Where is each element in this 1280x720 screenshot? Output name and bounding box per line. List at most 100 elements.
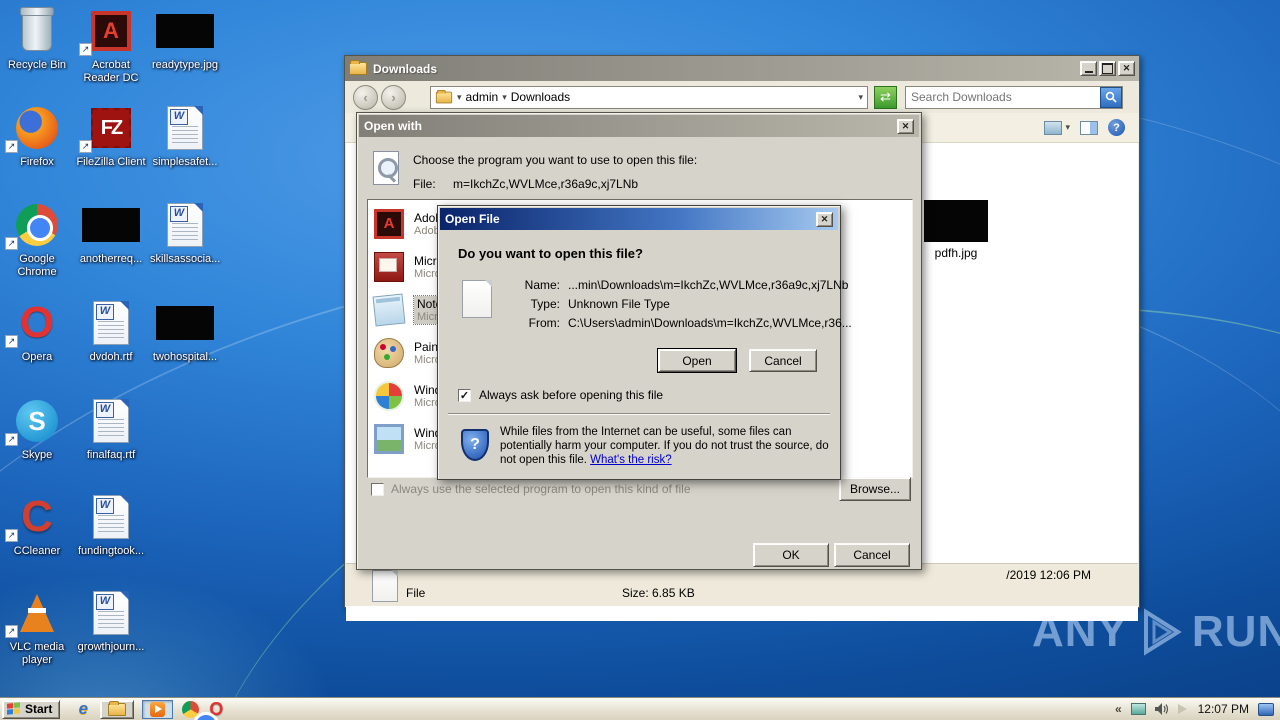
shortcut-arrow-icon: ↗ — [79, 43, 92, 56]
anyrun-play-logo-icon — [1143, 608, 1182, 656]
cancel-button[interactable]: Cancel — [834, 543, 910, 567]
desktop-icon-acrobat[interactable]: A ↗ Acrobat Reader DC — [76, 6, 146, 85]
taskbar-clock[interactable]: 12:07 PM — [1198, 702, 1249, 716]
ok-button[interactable]: OK — [753, 543, 829, 567]
warning-line3: file. — [569, 454, 591, 466]
always-ask-checkbox-row[interactable]: ✓ Always ask before opening this file — [458, 388, 663, 402]
taskbar: Start e O « 12:07 PM — [0, 697, 1280, 720]
open-button[interactable]: Open — [657, 348, 737, 373]
windows-logo-icon — [374, 380, 404, 411]
file-icon — [372, 570, 398, 602]
file-item-label: pdfh.jpg — [934, 246, 978, 260]
picture-manager-icon — [374, 251, 404, 282]
desktop-icon-label: CCleaner — [13, 545, 61, 557]
shortcut-arrow-icon: ↗ — [5, 433, 18, 446]
shortcut-arrow-icon: ↗ — [5, 140, 18, 153]
search-box[interactable] — [905, 85, 1123, 109]
help-button[interactable]: ? — [1108, 119, 1125, 136]
close-icon[interactable] — [816, 211, 833, 227]
desktop-icon-growthjourn[interactable]: growthjourn... — [76, 588, 146, 654]
desktop-icon-finalfaq[interactable]: finalfaq.rtf — [76, 396, 146, 462]
chrome-quicklaunch[interactable] — [181, 700, 219, 720]
refresh-button[interactable]: ⇄ — [874, 85, 897, 109]
chrome-icon: ↗ — [2, 200, 72, 250]
browse-button[interactable]: Browse... — [839, 477, 911, 501]
security-warning-text: While files from the Internet can be use… — [500, 425, 832, 467]
back-button[interactable]: ‹ — [353, 84, 378, 110]
action-center-flag-icon[interactable] — [1177, 704, 1187, 714]
open-with-title-bar[interactable]: Open with — [359, 115, 919, 137]
open-file-question: Do you want to open this file? — [458, 246, 643, 261]
word-document-icon — [76, 492, 146, 542]
system-tray: « 12:07 PM — [1109, 700, 1280, 719]
start-button[interactable]: Start — [2, 699, 61, 719]
always-ask-checkbox[interactable]: ✓ — [458, 388, 471, 402]
desktop-icon-readytype[interactable]: readytype.jpg — [150, 6, 220, 72]
preview-pane-button[interactable] — [1080, 120, 1098, 135]
desktop-icon-filezilla[interactable]: FZ ↗ FileZilla Client — [76, 103, 146, 169]
close-icon[interactable] — [897, 118, 914, 134]
close-button[interactable] — [1118, 61, 1135, 76]
desktop-icon-vlc[interactable]: ↗ VLC media player — [2, 588, 72, 667]
chevron-down-icon: ▾ — [1065, 122, 1070, 132]
photo-viewer-icon — [374, 423, 404, 454]
breadcrumb-user[interactable]: admin — [466, 90, 499, 104]
chrome-icon — [181, 700, 219, 720]
explorer-address-bar: ‹ › ▾ admin ▾ Downloads ▾ ⇄ — [345, 81, 1139, 113]
watermark-run-text: RUN — [1191, 607, 1280, 656]
desktop-icon-label: VLC media player — [9, 641, 65, 666]
explorer-taskbar-button[interactable] — [100, 699, 135, 719]
ccleaner-icon: C ↗ — [2, 492, 72, 542]
desktop-icon-label: growthjourn... — [77, 641, 145, 653]
search-icon[interactable] — [1100, 86, 1122, 108]
desktop-icon-label: Google Chrome — [17, 253, 57, 278]
whats-the-risk-link[interactable]: What's the risk? — [590, 454, 671, 466]
forward-button[interactable]: › — [381, 84, 406, 110]
cancel-button[interactable]: Cancel — [749, 349, 817, 372]
volume-tray-icon[interactable] — [1154, 703, 1169, 715]
desktop-icon-twohospital[interactable]: twohospital... — [150, 298, 220, 364]
chevron-down-icon[interactable]: ▾ — [457, 92, 462, 103]
breadcrumb-folder[interactable]: Downloads — [511, 90, 570, 104]
open-file-dialog: Open File Do you want to open this file?… — [437, 205, 852, 480]
vlc-icon: ↗ — [2, 588, 72, 638]
internet-explorer-quicklaunch[interactable]: e — [74, 699, 92, 718]
separator — [448, 413, 830, 415]
from-label: From: — [528, 316, 560, 330]
open-with-prompt: Choose the program you want to use to op… — [413, 153, 698, 167]
search-input[interactable] — [906, 90, 1100, 104]
desktop-icon-skype[interactable]: S ↗ Skype — [2, 396, 72, 462]
desktop-icon-ccleaner[interactable]: C ↗ CCleaner — [2, 492, 72, 558]
desktop-icon-fundingtook[interactable]: fundingtook... — [76, 492, 146, 558]
open-with-file-label: File: — [413, 177, 436, 191]
minimize-button[interactable] — [1080, 61, 1097, 76]
always-use-checkbox-row[interactable]: Always use the selected program to open … — [371, 482, 691, 496]
paint-icon — [374, 337, 404, 368]
explorer-title-bar[interactable]: Downloads — [345, 56, 1139, 81]
chevron-down-icon[interactable]: ▾ — [502, 92, 507, 103]
breadcrumb[interactable]: ▾ admin ▾ Downloads ▾ — [430, 85, 868, 109]
desktop-icon-label: finalfaq.rtf — [86, 449, 136, 461]
desktop-icon-anotherreq[interactable]: anotherreq... — [76, 200, 146, 266]
desktop-icon-chrome[interactable]: ↗ Google Chrome — [2, 200, 72, 279]
desktop-icon-firefox[interactable]: ↗ Firefox — [2, 103, 72, 169]
media-play-taskbar-button[interactable] — [142, 699, 174, 719]
type-label: Type: — [530, 297, 560, 311]
maximize-button[interactable] — [1099, 61, 1116, 76]
views-button[interactable]: ▾ — [1044, 120, 1070, 135]
tray-expand-chevron-icon[interactable]: « — [1115, 702, 1122, 716]
desktop-icon-label: FileZilla Client — [76, 156, 146, 168]
address-dropdown-icon[interactable]: ▾ — [858, 92, 863, 103]
open-file-title-bar[interactable]: Open File — [440, 208, 838, 230]
show-desktop-button[interactable] — [1258, 702, 1274, 716]
details-file-size: Size: 6.85 KB — [622, 586, 695, 600]
desktop-icon-recycle-bin[interactable]: Recycle Bin — [2, 6, 72, 72]
desktop-icon-simplesafet[interactable]: simplesafet... — [150, 103, 220, 169]
file-item-pdfh[interactable]: pdfh.jpg — [921, 200, 991, 260]
always-use-checkbox[interactable] — [371, 482, 384, 496]
network-tray-icon[interactable] — [1130, 703, 1146, 715]
desktop-icon-skillsassocia[interactable]: skillsassocia... — [150, 200, 220, 266]
views-icon — [1044, 120, 1063, 135]
desktop-icon-opera[interactable]: O ↗ Opera — [2, 298, 72, 364]
desktop-icon-dvdoh[interactable]: dvdoh.rtf — [76, 298, 146, 364]
